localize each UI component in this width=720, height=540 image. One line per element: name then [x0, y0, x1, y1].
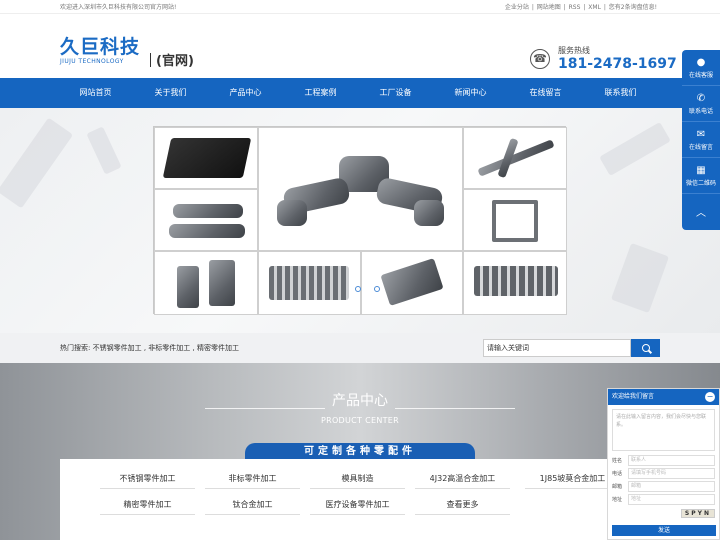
header: 久巨科技 JIUJU TECHNOLOGY (官网) ☎ 服务热线 181-24…	[0, 14, 720, 78]
category-1j85[interactable]: 1J85坡莫合金加工	[525, 473, 620, 489]
collage-cell	[154, 189, 258, 251]
arrow-up-icon: ︿	[696, 207, 706, 219]
collage-cell	[463, 251, 567, 315]
phone-icon: ☎	[530, 48, 550, 69]
search-icon	[641, 344, 650, 352]
float-online-service[interactable]: ● 在线客服	[682, 50, 720, 86]
qrcode-icon: ▦	[696, 164, 706, 176]
bg-part	[599, 121, 671, 177]
float-wechat[interactable]: ▦ 微信二维码	[682, 158, 720, 194]
hotline-label: 服务热线	[558, 46, 590, 55]
name-input[interactable]: 联系人	[628, 455, 715, 466]
link-substation[interactable]: 企业分站	[504, 4, 530, 11]
message-textarea[interactable]: 请在此输入留言内容，我们会尽快与您联系。	[612, 409, 715, 451]
nav-about[interactable]: 关于我们	[133, 78, 208, 108]
category-precision[interactable]: 精密零件加工	[100, 499, 195, 515]
logo[interactable]: 久巨科技 JIUJU TECHNOLOGY	[60, 32, 140, 65]
hotline-number: 181-2478-1697	[558, 56, 677, 72]
collage-cell	[154, 251, 258, 315]
logo-en: JIUJU TECHNOLOGY	[60, 58, 124, 65]
collage-cell	[154, 127, 258, 189]
hot-search-label: 热门搜索:	[60, 344, 91, 352]
search-input[interactable]: 请输入关键词	[483, 339, 631, 357]
float-message[interactable]: ✉ 在线留言	[682, 122, 720, 158]
field-phone: 电话 请填写手机号码	[612, 468, 715, 479]
right-float-bar: ● 在线客服 ✆ 联系电话 ✉ 在线留言 ▦ 微信二维码 ︿	[682, 50, 720, 230]
bg-part	[0, 117, 74, 209]
category-mold[interactable]: 模具制造	[310, 473, 405, 489]
hot-search: 热门搜索: 不锈钢零件加工 , 非标零件加工 , 精密零件加工	[60, 343, 239, 353]
link-inquiry[interactable]: 您有2条询盘信息!	[608, 4, 658, 11]
float-back-to-top[interactable]: ︿	[682, 194, 720, 230]
top-bar: 欢迎进入深圳市久巨科技有限公司官方网站! 企业分站 | 网站地图 | RSS |…	[0, 0, 720, 14]
message-widget-title: 欢迎给我们留言	[612, 393, 655, 400]
slider-dot[interactable]	[355, 286, 361, 292]
chat-bubble-icon: ●	[696, 56, 706, 68]
message-widget-header[interactable]: 欢迎给我们留言 −	[608, 389, 719, 405]
main-nav: 网站首页 关于我们 产品中心 工程案例 工厂设备 新闻中心 在线留言 联系我们	[0, 78, 720, 108]
collage-cell	[258, 251, 361, 315]
search-button[interactable]	[631, 339, 660, 357]
captcha: SPYN	[612, 509, 715, 518]
nav-equipment[interactable]: 工厂设备	[358, 78, 433, 108]
collage-cell-main	[258, 127, 463, 251]
search-bar: 热门搜索: 不锈钢零件加工 , 非标零件加工 , 精密零件加工 请输入关键词	[0, 333, 720, 363]
link-xml[interactable]: XML	[587, 4, 602, 11]
category-stainless[interactable]: 不锈钢零件加工	[100, 473, 195, 489]
category-nonstandard[interactable]: 非标零件加工	[205, 473, 300, 489]
address-input[interactable]: 地址	[628, 494, 715, 505]
nav-message[interactable]: 在线留言	[508, 78, 583, 108]
category-4j32[interactable]: 4J32高温合金加工	[415, 473, 510, 489]
category-titanium[interactable]: 钛合金加工	[205, 499, 300, 515]
send-button[interactable]: 发送	[612, 525, 716, 536]
float-phone[interactable]: ✆ 联系电话	[682, 86, 720, 122]
phone-icon: ✆	[696, 92, 706, 104]
phone-input[interactable]: 请填写手机号码	[628, 468, 715, 479]
collage-cell	[463, 127, 567, 189]
captcha-image[interactable]: SPYN	[680, 509, 715, 518]
banner[interactable]	[0, 108, 720, 333]
category-more[interactable]: 查看更多	[415, 499, 510, 515]
link-rss[interactable]: RSS	[568, 4, 582, 11]
hotline: ☎ 服务热线 181-2478-1697	[530, 45, 677, 72]
top-links: 企业分站 | 网站地图 | RSS | XML | 您有2条询盘信息!	[504, 4, 658, 11]
nav-home[interactable]: 网站首页	[58, 78, 133, 108]
category-medical[interactable]: 医疗设备零件加工	[310, 499, 405, 515]
product-category-list: 不锈钢零件加工 非标零件加工 模具制造 4J32高温合金加工 1J85坡莫合金加…	[60, 459, 660, 540]
field-name: 姓名 联系人	[612, 455, 715, 466]
title-divider	[205, 408, 325, 409]
nav-news[interactable]: 新闻中心	[433, 78, 508, 108]
hot-search-terms[interactable]: 不锈钢零件加工 , 非标零件加工 , 精密零件加工	[93, 344, 239, 352]
bg-part	[610, 242, 670, 314]
bg-part	[86, 126, 122, 175]
message-widget: 欢迎给我们留言 − 请在此输入留言内容，我们会尽快与您联系。 姓名 联系人 电话…	[607, 388, 720, 540]
field-address: 地址 地址	[612, 494, 715, 505]
slider-dot[interactable]	[374, 286, 380, 292]
official-tag: (官网)	[150, 50, 194, 69]
nav-products[interactable]: 产品中心	[208, 78, 283, 108]
nav-cases[interactable]: 工程案例	[283, 78, 358, 108]
welcome-text: 欢迎进入深圳市久巨科技有限公司官方网站!	[60, 4, 177, 11]
field-email: 邮箱 邮箱	[612, 481, 715, 492]
nav-contact[interactable]: 联系我们	[583, 78, 658, 108]
message-icon: ✉	[696, 128, 706, 140]
minimize-icon[interactable]: −	[705, 392, 715, 402]
logo-cn: 久巨科技	[60, 36, 141, 58]
email-input[interactable]: 邮箱	[628, 481, 715, 492]
collage-cell	[463, 189, 567, 251]
link-sitemap[interactable]: 网站地图	[536, 4, 562, 11]
collage-cell	[361, 251, 463, 315]
title-divider	[395, 408, 515, 409]
